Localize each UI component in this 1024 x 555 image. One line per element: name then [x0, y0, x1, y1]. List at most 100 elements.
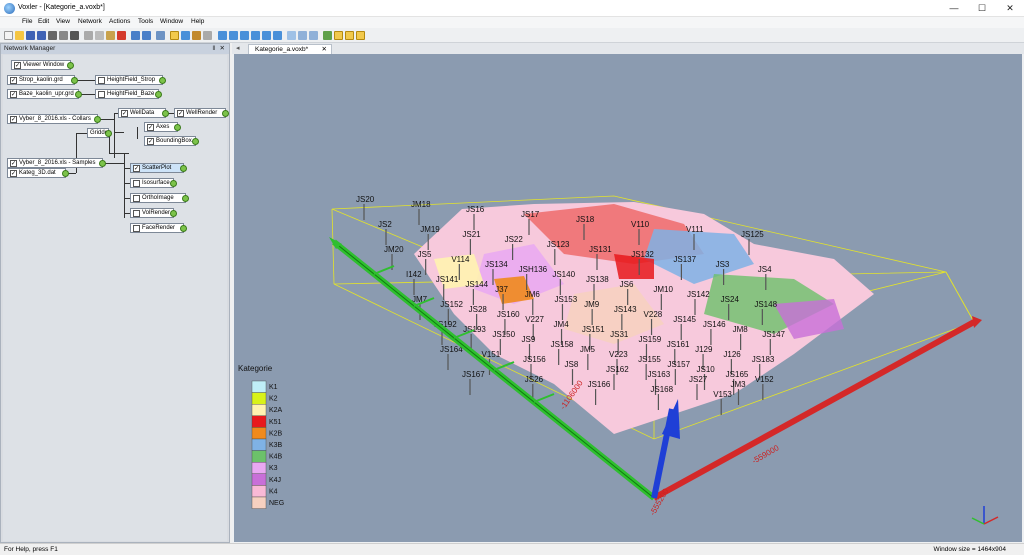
connection-dot[interactable] [180, 225, 187, 232]
tab-close-icon[interactable]: ✕ [322, 45, 327, 54]
connection-dot[interactable] [105, 130, 112, 137]
volrender-node[interactable]: VolRender [130, 208, 177, 218]
welldata-node[interactable]: ✓ WellData [118, 108, 169, 118]
isosurface-node[interactable]: Isosurface [130, 178, 177, 188]
connection-dot[interactable] [67, 62, 74, 69]
node-checkbox[interactable]: ✓ [133, 165, 140, 172]
undo-icon[interactable] [131, 31, 140, 40]
menu-window[interactable]: Window [160, 18, 183, 25]
new-file-icon[interactable] [4, 31, 13, 40]
connection-dot[interactable] [170, 180, 177, 187]
scene-canvas[interactable]: JS20 JM18 JS16 JS17 JS18 V110 V111 JS125 JS2 JM19… [234, 54, 1022, 542]
connection-dot[interactable] [182, 195, 189, 202]
paste-icon[interactable] [106, 31, 115, 40]
node-checkbox[interactable]: ✓ [10, 91, 17, 98]
3d-scene-view[interactable]: JS20 JM18 JS16 JS17 JS18 V110 V111 JS125 JS2 JM19… [234, 54, 1022, 542]
menu-network[interactable]: Network [78, 18, 102, 25]
view-top-icon[interactable] [262, 31, 271, 40]
select-tool-icon[interactable] [170, 31, 179, 40]
view-bottom-icon[interactable] [273, 31, 282, 40]
menu-help[interactable]: Help [191, 18, 204, 25]
axis-toggle-icon[interactable] [334, 31, 343, 40]
connection-dot[interactable] [159, 77, 166, 84]
viewer-checkbox[interactable]: ✓ [14, 62, 21, 69]
copy-icon[interactable] [95, 31, 104, 40]
node-checkbox[interactable]: ✓ [10, 77, 17, 84]
strop-grd-node[interactable]: ✓ Strop_kaolin.grd [7, 75, 78, 85]
view-back-icon[interactable] [229, 31, 238, 40]
kateg-dat-node[interactable]: ✓ Kateg_3D.dat [7, 168, 69, 178]
connection-dot[interactable] [222, 110, 229, 117]
axes-node[interactable]: ✓ Axes [144, 122, 181, 132]
pin-icon[interactable]: ‖ [212, 44, 215, 54]
node-checkbox[interactable]: ✓ [121, 110, 128, 117]
maximize-button[interactable]: ☐ [968, 0, 996, 17]
facerender-node[interactable]: FaceRender [130, 223, 187, 233]
node-checkbox[interactable] [133, 225, 140, 232]
tab-pin-icon[interactable]: ◂ [236, 44, 240, 52]
zoom-out-icon[interactable] [309, 31, 318, 40]
open-folder-icon[interactable] [15, 31, 24, 40]
gridder-node[interactable]: Gridder [87, 128, 112, 138]
save-as-icon[interactable] [37, 31, 46, 40]
node-checkbox[interactable] [133, 195, 140, 202]
connection-dot[interactable] [162, 110, 169, 117]
pan-icon[interactable] [192, 31, 201, 40]
boundingbox-node[interactable]: ✓ BoundingBox [144, 136, 199, 146]
import-icon[interactable] [48, 31, 57, 40]
menu-edit[interactable]: Edit [38, 18, 49, 25]
print-icon[interactable] [70, 31, 79, 40]
view-front-icon[interactable] [218, 31, 227, 40]
node-checkbox[interactable] [133, 210, 140, 217]
zoom-in-icon[interactable] [298, 31, 307, 40]
wellrender-node[interactable]: ✓ WellRender [174, 108, 229, 118]
fit-view-icon[interactable] [287, 31, 296, 40]
zoom-icon[interactable] [203, 31, 212, 40]
grid-icon[interactable] [323, 31, 332, 40]
rotate-icon[interactable] [181, 31, 190, 40]
node-checkbox[interactable] [98, 91, 105, 98]
menu-file[interactable]: File [22, 18, 32, 25]
node-checkbox[interactable]: ✓ [147, 138, 154, 145]
network-canvas[interactable]: ✓ Viewer Window ✓ Strop_kaolin.grd HeightF… [3, 55, 229, 541]
help-pointer-icon[interactable] [156, 31, 165, 40]
view-right-icon[interactable] [251, 31, 260, 40]
viewer-window-node[interactable]: ✓ Viewer Window [11, 60, 74, 70]
connection-dot[interactable] [180, 165, 187, 172]
minimize-button[interactable]: — [940, 0, 968, 17]
close-button[interactable]: ✕ [996, 0, 1024, 17]
scatterplot-node[interactable]: ✓ ScatterPlot [130, 163, 187, 173]
heightfield-baze-node[interactable]: HeightField_Baze [95, 89, 162, 99]
node-checkbox[interactable]: ✓ [10, 116, 17, 123]
panel-close-icon[interactable]: ✕ [220, 44, 225, 54]
heightfield-strop-node[interactable]: HeightField_Strop [95, 75, 166, 85]
menu-tools[interactable]: Tools [138, 18, 153, 25]
node-checkbox[interactable]: ✓ [147, 124, 154, 131]
samples-node[interactable]: ✓ Vyber_8_2016.xls - Samples [7, 158, 106, 168]
perspective-icon[interactable] [345, 31, 354, 40]
connection-dot[interactable] [155, 91, 162, 98]
lock-icon[interactable] [356, 31, 365, 40]
baze-grd-node[interactable]: ✓ Baze_kaolin_upr.grd [7, 89, 82, 99]
node-checkbox[interactable]: ✓ [10, 160, 17, 167]
node-checkbox[interactable]: ✓ [177, 110, 184, 117]
view-left-icon[interactable] [240, 31, 249, 40]
connection-dot[interactable] [192, 138, 199, 145]
menu-actions[interactable]: Actions [109, 18, 130, 25]
menu-view[interactable]: View [56, 18, 70, 25]
connection-dot[interactable] [71, 77, 78, 84]
connection-dot[interactable] [174, 124, 181, 131]
node-checkbox[interactable] [133, 180, 140, 187]
delete-icon[interactable] [117, 31, 126, 40]
connection-dot[interactable] [94, 116, 101, 123]
collars-node[interactable]: ✓ Vyber_8_2016.xls - Collars [7, 114, 101, 124]
redo-icon[interactable] [142, 31, 151, 40]
node-checkbox[interactable] [98, 77, 105, 84]
connection-dot[interactable] [75, 91, 82, 98]
save-icon[interactable] [26, 31, 35, 40]
orthoimage-node[interactable]: OrthoImage [130, 193, 189, 203]
tab-kategorie[interactable]: Kategorie_a.voxb* ✕ [248, 44, 332, 54]
connection-dot[interactable] [170, 210, 177, 217]
export-icon[interactable] [59, 31, 68, 40]
connection-dot[interactable] [99, 160, 106, 167]
